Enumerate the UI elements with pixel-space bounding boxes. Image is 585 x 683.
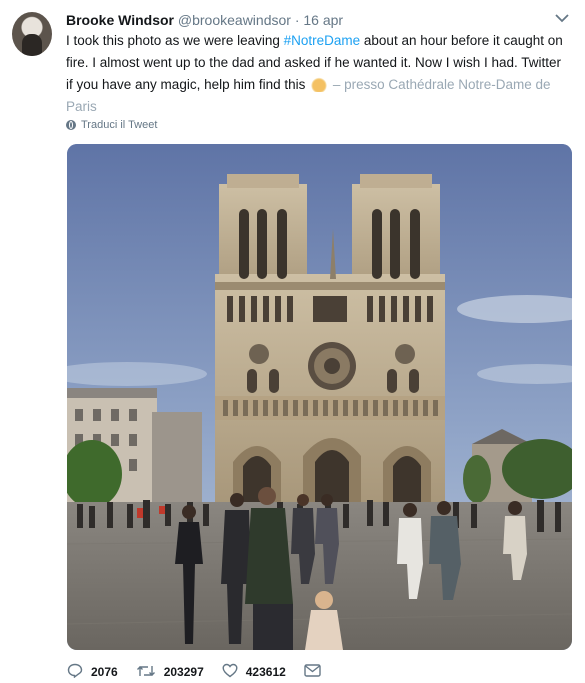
retweet-button[interactable]: 203297 — [136, 664, 204, 681]
reply-icon — [67, 663, 83, 681]
tweet-date[interactable]: 16 apr — [303, 12, 343, 28]
tweet-photo[interactable] — [67, 144, 572, 650]
tweet-card: Brooke Windsor @brookeawindsor · 16 apr … — [0, 0, 585, 683]
notre-dame-photo — [67, 144, 572, 650]
envelope-icon — [304, 664, 321, 680]
reply-count: 2076 — [91, 665, 118, 679]
retweet-icon — [136, 664, 156, 681]
author-name[interactable]: Brooke Windsor — [66, 12, 174, 28]
tweet-text-part1: I took this photo as we were leaving — [66, 33, 284, 48]
tweet-header: Brooke Windsor @brookeawindsor · 16 apr — [66, 12, 343, 28]
praying-hands-icon — [311, 76, 328, 92]
heart-icon — [222, 663, 238, 681]
direct-message-button[interactable] — [304, 664, 321, 680]
globe-icon — [66, 120, 76, 130]
chevron-down-icon[interactable] — [555, 10, 569, 26]
translate-label: Traduci il Tweet — [81, 119, 158, 131]
like-count: 423612 — [245, 665, 286, 679]
tweet-text: I took this photo as we were leaving #No… — [66, 30, 570, 118]
header-separator: · — [294, 12, 300, 28]
hashtag-link[interactable]: #NotreDame — [284, 33, 361, 48]
avatar[interactable] — [12, 12, 52, 56]
author-handle[interactable]: @brookeawindsor — [178, 12, 291, 28]
translate-tweet-link[interactable]: Traduci il Tweet — [66, 119, 157, 131]
tweet-actions: 2076 203297 423612 — [67, 663, 331, 681]
like-button[interactable]: 423612 — [222, 663, 286, 681]
retweet-count: 203297 — [163, 665, 204, 679]
reply-button[interactable]: 2076 — [67, 663, 118, 681]
